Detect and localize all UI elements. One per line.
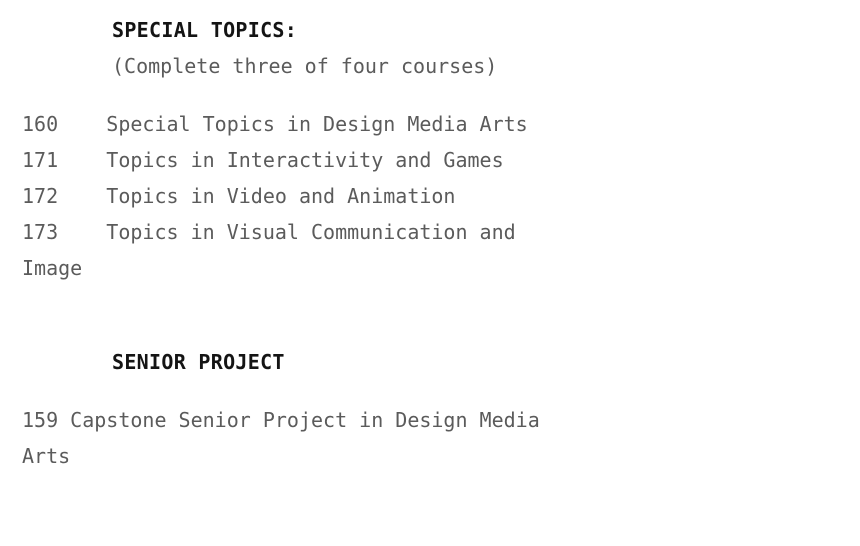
course-entry: 173 Topics in Visual Communication and I… [22, 220, 528, 280]
section-heading: SPECIAL TOPICS: [112, 18, 298, 42]
section-special-topics: SPECIAL TOPICS: (Complete three of four … [0, 12, 582, 286]
section-heading: SENIOR PROJECT [112, 350, 285, 374]
course-entry: 172 Topics in Video and Animation [22, 184, 456, 208]
section-subtitle: (Complete three of four courses) [112, 54, 498, 78]
course-entry: 160 Special Topics in Design Media Arts [22, 112, 528, 136]
course-entry: 159 Capstone Senior Project in Design Me… [22, 408, 552, 468]
document-page: SPECIAL TOPICS: (Complete three of four … [0, 0, 860, 546]
section-senior-project: SENIOR PROJECT 159 Capstone Senior Proje… [0, 344, 582, 474]
course-entry: 171 Topics in Interactivity and Games [22, 148, 504, 172]
